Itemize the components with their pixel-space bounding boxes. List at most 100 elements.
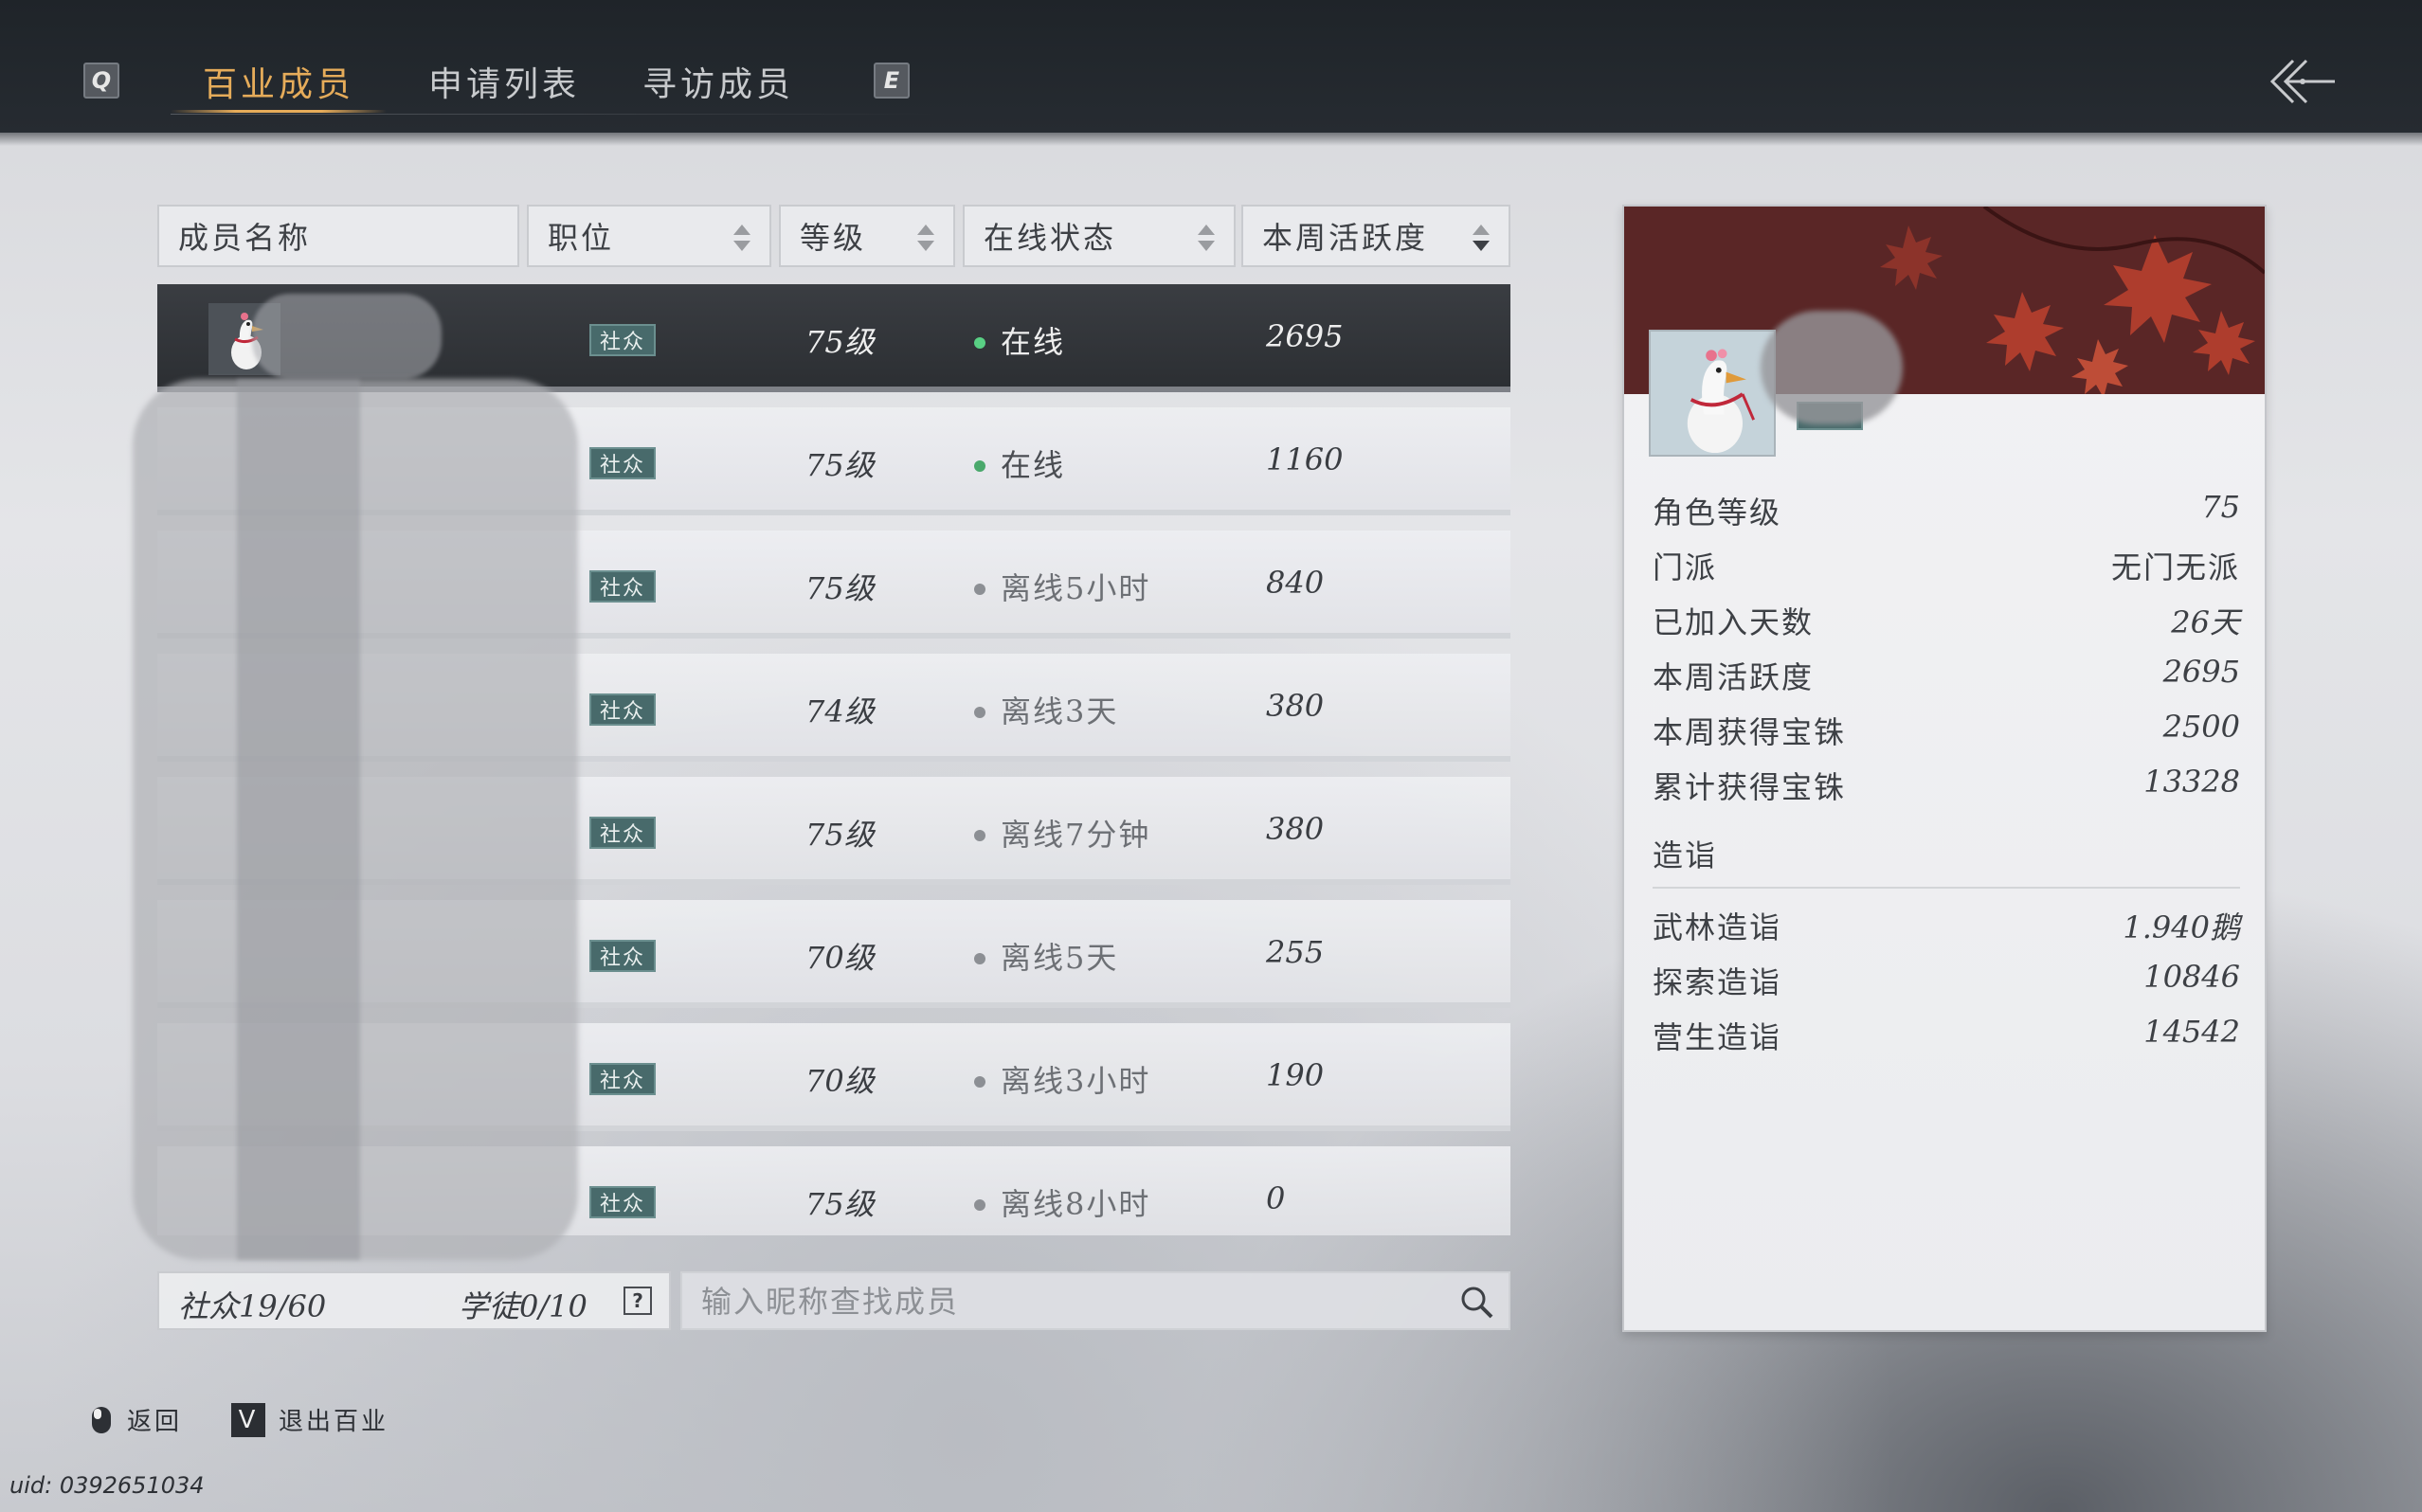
column-header-status-label: 在线状态 xyxy=(984,220,1117,256)
column-header-activity[interactable]: 本周活跃度 xyxy=(1241,205,1510,267)
exit-key: V xyxy=(231,1402,265,1437)
column-header-status[interactable]: 在线状态 xyxy=(963,205,1236,267)
tab-applications[interactable]: 申请列表 xyxy=(428,53,580,110)
skill-value: 1.940鹅 xyxy=(2123,909,2240,945)
stat-value: 26天 xyxy=(2171,604,2240,640)
member-status: 离线5小时 xyxy=(1001,570,1151,606)
skill-label: 探索造诣 xyxy=(1653,964,1782,1000)
sort-icon xyxy=(733,225,750,251)
skill-label: 营生造诣 xyxy=(1653,1019,1782,1055)
back-label: 返回 xyxy=(127,1408,183,1436)
skill-row: 营生造诣 14542 xyxy=(1653,1014,2240,1055)
sort-icon xyxy=(1198,225,1215,251)
back-hint[interactable]: 返回 xyxy=(91,1402,182,1437)
member-activity: 255 xyxy=(1266,934,1325,970)
names-privacy-mask xyxy=(237,379,360,1260)
member-search-box xyxy=(680,1271,1510,1330)
sort-desc-icon xyxy=(1473,225,1490,251)
player-name-masked xyxy=(1761,311,1903,424)
online-dot xyxy=(974,337,985,349)
member-status: 在线 xyxy=(1001,447,1066,483)
member-activity: 190 xyxy=(1266,1057,1325,1093)
member-level: 75级 xyxy=(805,447,875,483)
rank-badge: 社众 xyxy=(589,940,656,972)
stat-label: 本周活跃度 xyxy=(1653,659,1815,695)
sort-icon xyxy=(917,225,934,251)
stat-label: 门派 xyxy=(1653,549,1718,585)
skill-value: 14542 xyxy=(2143,1014,2240,1050)
stat-label: 已加入天数 xyxy=(1653,604,1815,640)
offline-dot xyxy=(974,707,985,718)
member-detail-panel: 角色等级 75 门派 无门无派 已加入天数 26天 本周活跃度 2695 本周获… xyxy=(1622,205,2267,1332)
tab-recruit-members[interactable]: 寻访成员 xyxy=(642,53,794,110)
skill-label: 武林造诣 xyxy=(1653,909,1782,945)
column-header-position[interactable]: 职位 xyxy=(527,205,771,267)
back-arrow-icon[interactable] xyxy=(2265,53,2341,110)
member-status: 离线3小时 xyxy=(1001,1063,1151,1099)
column-header-position-label: 职位 xyxy=(548,220,615,256)
offline-dot xyxy=(974,953,985,964)
member-level: 74级 xyxy=(805,693,875,729)
top-nav-bar: Q 百业成员 申请列表 寻访成员 E xyxy=(0,0,2422,146)
rank-badge: 社众 xyxy=(589,324,656,356)
stat-value: 2695 xyxy=(2162,654,2240,690)
offline-dot xyxy=(974,584,985,595)
rank-badge: 社众 xyxy=(589,693,656,726)
stat-row: 本周活跃度 2695 xyxy=(1653,654,2240,695)
rank-badge: 社众 xyxy=(589,447,656,479)
apprentice-count: 学徒0/10 xyxy=(459,1288,587,1324)
member-name-masked xyxy=(252,294,442,379)
avatar xyxy=(1649,330,1776,457)
column-header-activity-label: 本周活跃度 xyxy=(1262,220,1429,256)
online-dot xyxy=(974,460,985,472)
stat-label: 角色等级 xyxy=(1653,495,1782,531)
offline-dot xyxy=(974,1076,985,1088)
member-level: 75级 xyxy=(805,1186,875,1222)
member-count: 社众19/60 xyxy=(178,1288,327,1324)
rank-badge: 社众 xyxy=(589,1186,656,1218)
tab-guild-members[interactable]: 百业成员 xyxy=(203,53,354,110)
stat-row: 本周获得宝铢 2500 xyxy=(1653,709,2240,750)
exit-label: 退出百业 xyxy=(279,1408,389,1436)
stat-row: 门派 无门无派 xyxy=(1653,544,2240,585)
search-icon[interactable] xyxy=(1459,1285,1495,1321)
member-activity: 380 xyxy=(1266,688,1325,724)
section-divider xyxy=(1653,887,2240,889)
member-level: 75级 xyxy=(805,817,875,853)
tab-divider xyxy=(171,114,938,115)
member-count-box: 社众19/60 学徒0/10 ? xyxy=(157,1271,671,1330)
stat-row: 累计获得宝铢 13328 xyxy=(1653,764,2240,805)
mouse-icon xyxy=(92,1406,111,1433)
help-icon[interactable]: ? xyxy=(624,1287,652,1315)
member-level: 75级 xyxy=(805,324,875,360)
rank-badge: 社众 xyxy=(589,817,656,849)
rank-badge: 社众 xyxy=(589,570,656,603)
stat-value: 无门无派 xyxy=(2110,549,2240,585)
member-activity: 840 xyxy=(1266,565,1325,601)
column-header-level-label: 等级 xyxy=(800,220,867,256)
member-activity: 2695 xyxy=(1266,318,1344,354)
skill-row: 武林造诣 1.940鹅 xyxy=(1653,904,2240,945)
uid-label: uid: 0392651034 xyxy=(9,1472,205,1499)
member-status: 离线8小时 xyxy=(1001,1186,1151,1222)
stat-row: 已加入天数 26天 xyxy=(1653,599,2240,640)
offline-dot xyxy=(974,830,985,841)
rank-badge: 社众 xyxy=(589,1063,656,1095)
exit-guild-hint[interactable]: V 退出百业 xyxy=(231,1402,389,1437)
member-row[interactable]: 社众 75级 在线 2695 xyxy=(157,284,1510,392)
member-status: 离线3天 xyxy=(1001,693,1119,729)
member-status: 离线5天 xyxy=(1001,940,1119,976)
search-input[interactable] xyxy=(701,1281,1421,1323)
member-level: 70级 xyxy=(805,1063,875,1099)
member-activity: 0 xyxy=(1266,1180,1286,1216)
stat-value: 2500 xyxy=(2162,709,2240,745)
stat-label: 本周获得宝铢 xyxy=(1653,714,1847,750)
member-status: 在线 xyxy=(1001,324,1066,360)
offline-dot xyxy=(974,1199,985,1211)
member-level: 70级 xyxy=(805,940,875,976)
section-title: 造诣 xyxy=(1653,837,1718,873)
active-tab-underline xyxy=(171,110,387,113)
prev-tab-key[interactable]: Q xyxy=(83,63,119,99)
column-header-level[interactable]: 等级 xyxy=(779,205,955,267)
next-tab-key[interactable]: E xyxy=(874,63,910,99)
